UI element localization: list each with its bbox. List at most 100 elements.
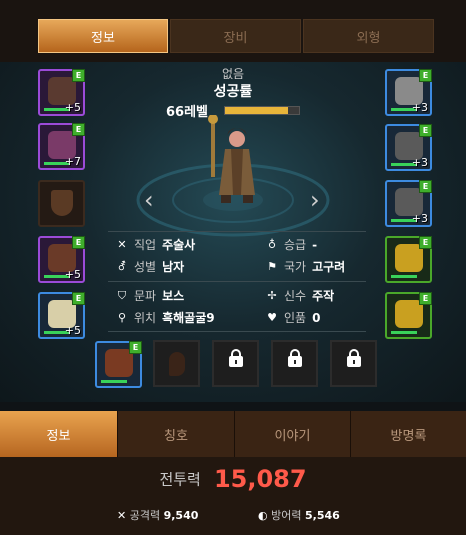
rank-label: 승급 bbox=[284, 238, 307, 252]
equipped-badge: E bbox=[72, 292, 85, 305]
lock-icon bbox=[229, 349, 243, 367]
enhance-level: +5 bbox=[64, 101, 81, 114]
medal-icon: ♁ bbox=[267, 238, 277, 251]
shield-icon bbox=[51, 190, 73, 216]
job-label: 직업 bbox=[134, 238, 157, 252]
pet-silhouette-icon bbox=[169, 352, 185, 376]
equipped-badge: E bbox=[419, 69, 432, 82]
honor-label: 인품 bbox=[284, 311, 307, 325]
half-shield-icon: ◐ bbox=[258, 509, 268, 522]
phoenix-icon: ✢ bbox=[267, 289, 277, 302]
exp-bar bbox=[224, 106, 300, 115]
tab-info[interactable]: 정보 bbox=[38, 19, 168, 53]
locked-slot[interactable] bbox=[212, 340, 259, 387]
equip-slot-helmet[interactable]: E +5 bbox=[38, 69, 85, 116]
exp-bar-fill bbox=[225, 107, 288, 114]
defense-label: 방어력 bbox=[271, 509, 302, 522]
info-nation: ⚑ 국가 고구려 bbox=[266, 258, 345, 275]
gender-value: 남자 bbox=[162, 260, 185, 274]
location-pin-icon: ⚲ bbox=[117, 311, 127, 324]
equip-slot-weapon[interactable]: E +7 bbox=[38, 123, 85, 170]
honor-value: 0 bbox=[312, 310, 321, 325]
enhance-level: +3 bbox=[411, 156, 428, 169]
lock-icon bbox=[347, 349, 361, 367]
equip-slot-cloak[interactable]: E +5 bbox=[38, 292, 85, 339]
rank-value: - bbox=[312, 237, 318, 252]
info-rank: ♁ 승급 - bbox=[266, 236, 317, 253]
divider bbox=[108, 281, 366, 282]
equip-slot-shield[interactable] bbox=[38, 180, 85, 227]
equip-slot-armor[interactable]: E +5 bbox=[38, 236, 85, 283]
next-arrow-icon[interactable]: › bbox=[310, 186, 320, 214]
gender-label: 성별 bbox=[134, 260, 157, 274]
attack-value: 9,540 bbox=[163, 509, 199, 522]
equipped-badge: E bbox=[419, 292, 432, 305]
locked-slot[interactable] bbox=[330, 340, 377, 387]
attack-stat: ✕ 공격력 9,540 bbox=[117, 507, 198, 523]
job-value: 주술사 bbox=[162, 238, 196, 252]
equip-slot-ring-left[interactable]: E +3 bbox=[385, 124, 432, 171]
equipped-badge: E bbox=[72, 69, 85, 82]
equip-slot-necklace[interactable]: E +3 bbox=[385, 69, 432, 116]
durability-bar bbox=[391, 275, 417, 278]
attack-label: 공격력 bbox=[129, 509, 161, 522]
equip-slot-ring-right[interactable]: E +3 bbox=[385, 180, 432, 227]
flag-icon: ⚑ bbox=[267, 260, 277, 273]
info-location: ⚲ 위치 흑해골굴9 bbox=[116, 309, 215, 326]
faction-label: 문파 bbox=[134, 289, 157, 303]
durability-bar bbox=[391, 331, 417, 334]
equipped-badge: E bbox=[72, 236, 85, 249]
tab-info-bottom[interactable]: 정보 bbox=[0, 411, 117, 457]
combat-power-value: 15,087 bbox=[213, 465, 307, 493]
deity-value: 주작 bbox=[312, 289, 335, 303]
character-sprite bbox=[205, 114, 265, 210]
equip-slot-earring-left[interactable]: E bbox=[385, 236, 432, 283]
info-job: ✕ 직업 주술사 bbox=[116, 236, 195, 253]
enhance-level: +5 bbox=[64, 324, 81, 337]
combat-power-label: 전투력 bbox=[159, 470, 201, 489]
bottom-tab-bar: 정보 칭호 이야기 방명록 bbox=[0, 411, 466, 457]
deity-label: 신수 bbox=[284, 289, 307, 303]
gender-icon: ⚦ bbox=[117, 260, 127, 273]
info-gender: ⚦ 성별 남자 bbox=[116, 258, 184, 275]
faction-value: 보스 bbox=[162, 289, 185, 303]
heart-icon: ♥ bbox=[267, 311, 277, 324]
character-info-panel: ✕ 직업 주술사 ♁ 승급 - ⚦ 성별 남자 ⚑ 국가 고구려 ⛉ 문파 보스… bbox=[108, 231, 366, 333]
tab-story[interactable]: 이야기 bbox=[234, 411, 350, 457]
equipped-badge: E bbox=[129, 341, 142, 354]
equip-slot-earring-right[interactable]: E bbox=[385, 292, 432, 339]
tab-equipment[interactable]: 장비 bbox=[170, 19, 301, 53]
nation-label: 국가 bbox=[284, 260, 307, 274]
level-label: 66레벨 bbox=[166, 105, 209, 120]
nation-value: 고구려 bbox=[312, 260, 346, 274]
prev-arrow-icon[interactable]: ‹ bbox=[144, 186, 154, 214]
enhance-level: +7 bbox=[64, 155, 81, 168]
equip-slot-pet[interactable] bbox=[153, 340, 200, 387]
crossed-swords-icon: ✕ bbox=[117, 238, 127, 251]
equipped-badge: E bbox=[419, 236, 432, 249]
divider bbox=[108, 231, 366, 232]
equip-slot-shoes[interactable]: E bbox=[95, 341, 142, 388]
location-label: 위치 bbox=[134, 311, 157, 325]
durability-bar bbox=[101, 380, 127, 383]
enhance-level: +3 bbox=[411, 212, 428, 225]
info-honor: ♥ 인품 0 bbox=[266, 309, 320, 326]
enhance-level: +5 bbox=[64, 268, 81, 281]
tab-title[interactable]: 칭호 bbox=[117, 411, 234, 457]
crossed-swords-icon: ✕ bbox=[117, 509, 127, 522]
info-deity: ✢ 신수 주작 bbox=[266, 287, 334, 304]
tab-appearance[interactable]: 외형 bbox=[303, 19, 434, 53]
defense-stat: ◐ 방어력 5,546 bbox=[258, 507, 340, 523]
equipped-badge: E bbox=[72, 123, 85, 136]
top-tab-bar: 정보 장비 외형 bbox=[0, 0, 466, 62]
equipped-badge: E bbox=[419, 180, 432, 193]
tab-guestbook[interactable]: 방명록 bbox=[350, 411, 466, 457]
location-value: 흑해골굴9 bbox=[162, 311, 215, 325]
info-faction: ⛉ 문파 보스 bbox=[116, 287, 184, 304]
stats-panel: 전투력 15,087 ✕ 공격력 9,540 ◐ 방어력 5,546 bbox=[0, 457, 466, 535]
locked-slot[interactable] bbox=[271, 340, 318, 387]
shield-icon: ⛉ bbox=[117, 288, 127, 302]
divider bbox=[108, 331, 366, 332]
equipped-badge: E bbox=[419, 124, 432, 137]
enhance-level: +3 bbox=[411, 101, 428, 114]
